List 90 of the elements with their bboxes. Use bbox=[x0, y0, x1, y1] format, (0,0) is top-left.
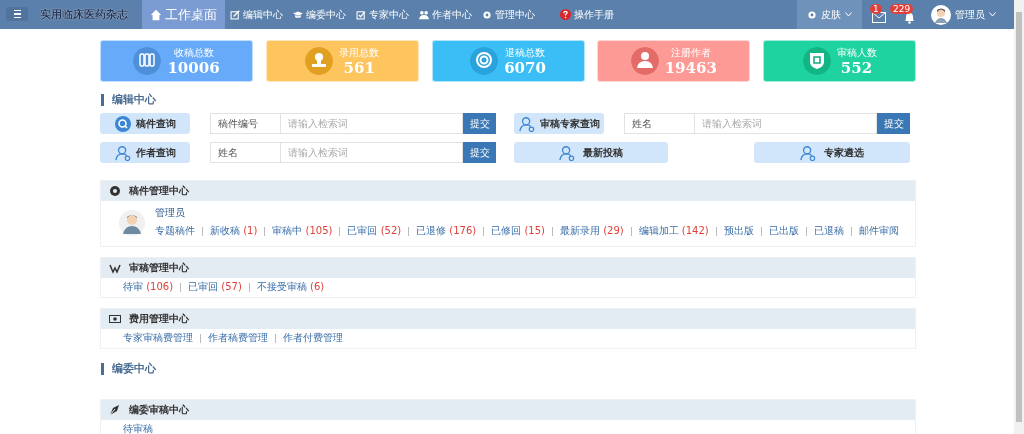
field-label: 姓名 bbox=[210, 142, 281, 163]
panel-title: 编委审稿中心 bbox=[129, 403, 189, 417]
panel-link[interactable]: 编辑加工 (142) bbox=[638, 224, 709, 238]
panel-link[interactable]: 已出版 bbox=[768, 224, 799, 238]
user-icon bbox=[800, 144, 816, 161]
panel-link[interactable]: 已退修 (176) bbox=[416, 224, 477, 238]
graduation-cap-icon bbox=[293, 9, 303, 20]
target-icon bbox=[470, 47, 499, 75]
scrollbar[interactable] bbox=[1014, 0, 1024, 434]
stat-value: 552 bbox=[840, 59, 873, 77]
section-heading: 编委中心 bbox=[101, 363, 916, 375]
panel-link[interactable]: 邮件审阅 bbox=[858, 224, 899, 238]
panel-title: 稿件管理中心 bbox=[129, 184, 189, 198]
stat-label: 录用总数 bbox=[339, 45, 380, 60]
panel-link[interactable]: 已修回 (15) bbox=[491, 224, 545, 238]
users-icon bbox=[419, 9, 429, 20]
user-menu[interactable]: 管理员 bbox=[931, 0, 1014, 29]
submit-button[interactable]: 提交 bbox=[877, 113, 910, 134]
panel-link[interactable]: 作者付费管理 bbox=[283, 331, 343, 345]
panel-link[interactable]: 待审 (106) bbox=[123, 280, 174, 294]
panel-link[interactable]: 待审稿 bbox=[123, 422, 153, 434]
user-search-icon bbox=[114, 144, 131, 161]
search-field[interactable]: 请输入检索词 bbox=[281, 113, 463, 134]
help-link[interactable]: 操作手册 bbox=[560, 0, 614, 29]
query-button[interactable]: 审稿专家查询 bbox=[514, 113, 604, 134]
panel-link[interactable]: 已审回 (52) bbox=[347, 224, 402, 238]
section-heading: 编辑中心 bbox=[101, 94, 916, 106]
nav-tab[interactable]: 作者中心 bbox=[414, 0, 477, 29]
banknote-icon bbox=[109, 313, 121, 325]
panel-link[interactable]: 不接受审稿 (6) bbox=[256, 280, 325, 294]
files-icon bbox=[133, 47, 162, 75]
nav-tab[interactable]: 专家中心 bbox=[351, 0, 414, 29]
menu-button[interactable] bbox=[6, 7, 28, 21]
user-name: 管理员 bbox=[155, 206, 186, 220]
nav-tab[interactable]: 编委中心 bbox=[288, 0, 351, 29]
panel-link[interactable]: 专题稿件 bbox=[155, 224, 195, 238]
stat-label: 审稿人数 bbox=[836, 45, 877, 60]
query-button[interactable]: 作者查询 bbox=[100, 142, 190, 163]
quick-button[interactable]: 专家遴选 bbox=[754, 142, 910, 163]
user-icon bbox=[559, 144, 575, 161]
panel-link[interactable]: 审稿中 (105) bbox=[272, 224, 333, 238]
quick-button[interactable]: 最新投稿 bbox=[514, 142, 668, 163]
site-logo: 实用临床医药杂志 bbox=[40, 7, 128, 22]
query-button[interactable]: 稿件查询 bbox=[100, 113, 190, 134]
submit-button[interactable]: 提交 bbox=[463, 142, 496, 163]
caret-icon bbox=[845, 12, 852, 17]
avatar-icon bbox=[119, 210, 145, 236]
help-icon bbox=[560, 9, 571, 20]
bell-icon[interactable] bbox=[904, 11, 915, 24]
stat-label: 退稿总数 bbox=[505, 45, 545, 60]
panel-link[interactable]: 专家审稿费管理 bbox=[123, 331, 193, 345]
avatar-icon bbox=[931, 4, 951, 25]
panel-link[interactable]: 新收稿 (1) bbox=[210, 224, 258, 238]
caret-icon bbox=[989, 12, 996, 17]
gear-icon bbox=[482, 9, 492, 20]
stat-value: 10006 bbox=[167, 59, 220, 77]
shield-icon bbox=[802, 47, 831, 75]
nav-tab[interactable]: 管理中心 bbox=[477, 0, 540, 29]
stat-label: 收稿总数 bbox=[173, 45, 214, 60]
disc-icon bbox=[109, 185, 121, 197]
panel-title: 费用管理中心 bbox=[129, 312, 189, 326]
stat-value: 19463 bbox=[664, 59, 717, 77]
field-label: 姓名 bbox=[624, 113, 695, 134]
panel-link[interactable]: 预出版 bbox=[723, 224, 754, 238]
pen-icon bbox=[109, 404, 121, 416]
search-field[interactable]: 请输入检索词 bbox=[695, 113, 877, 134]
stat-value: 6070 bbox=[504, 59, 546, 77]
panel-link[interactable]: 作者稿费管理 bbox=[208, 331, 268, 345]
person-icon bbox=[630, 47, 659, 75]
checkbox-icon bbox=[356, 9, 366, 20]
notification-badge: 229 bbox=[890, 4, 914, 14]
panel-link[interactable]: 已审回 (57) bbox=[188, 280, 242, 294]
notification-badge: 1 bbox=[870, 4, 882, 14]
gear-icon bbox=[807, 9, 817, 20]
stat-value: 561 bbox=[343, 59, 375, 77]
stamp-icon bbox=[305, 47, 334, 75]
mail-icon[interactable] bbox=[872, 12, 886, 23]
search-field[interactable]: 请输入检索词 bbox=[281, 142, 463, 163]
skin-menu[interactable]: 皮肤 bbox=[797, 0, 862, 29]
panel-link[interactable]: 已退稿 bbox=[813, 224, 844, 238]
edit-icon bbox=[230, 9, 240, 20]
user-search-icon bbox=[518, 115, 535, 132]
home-icon bbox=[150, 8, 162, 21]
panel-title: 审稿管理中心 bbox=[129, 261, 189, 275]
panel-link[interactable]: 最新录用 (29) bbox=[559, 224, 624, 238]
submit-button[interactable]: 提交 bbox=[463, 113, 496, 134]
search-icon bbox=[114, 115, 131, 132]
field-label: 稿件编号 bbox=[210, 113, 281, 134]
nav-tab[interactable]: 编辑中心 bbox=[225, 0, 288, 29]
stat-label: 注册作者 bbox=[670, 45, 711, 60]
